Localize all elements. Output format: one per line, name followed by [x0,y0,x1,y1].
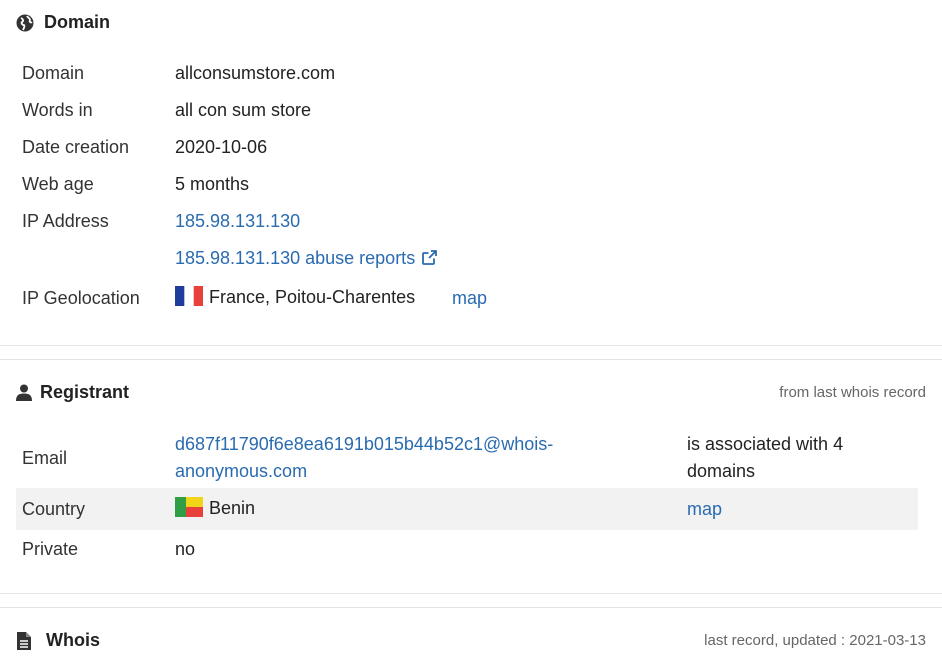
ip-address-label: IP Address [22,211,109,231]
country-label: Country [22,499,86,519]
date-creation-label: Date creation [22,137,130,157]
section-divider [0,593,942,594]
words-row: Words in all con sum store [22,100,311,121]
globe-icon [16,14,34,32]
email-association: is associated with 4 domains [687,431,843,485]
user-icon [16,384,34,402]
private-label: Private [22,539,79,559]
web-age-row: Web age 5 months [22,174,249,195]
ip-geolocation-value-group: France, Poitou-Charentes [175,286,452,308]
email-row: Email d687f11790f6e8ea6191b015b44b52c1@w… [22,431,843,485]
ip-address-row: IP Address 185.98.131.130 [22,211,300,232]
email-line2: anonymous.com [175,461,308,481]
france-flag-icon [175,286,203,306]
web-age-label: Web age [22,174,94,194]
country-value: Benin [209,498,256,518]
registrant-section-header: Registrant from last whois record [16,382,926,403]
whois-section-title-group: Whois [16,630,100,651]
whois-section-header: Whois last record, updated : 2021-03-13 [16,630,926,651]
abuse-reports-text: 185.98.131.130 abuse reports [175,248,416,268]
words-label: Words in [22,100,93,120]
words-value: all con sum store [175,100,312,120]
country-map-link[interactable]: map [687,497,722,520]
domain-section-title: Domain [44,12,111,32]
registrant-section-title: Registrant [40,382,130,402]
domain-section-title-group: Domain [16,12,110,33]
benin-flag-icon [175,497,203,517]
abuse-reports-link[interactable]: 185.98.131.130 abuse reports [175,248,438,271]
ip-geolocation-map-link[interactable]: map [452,286,487,309]
web-age-value: 5 months [175,174,250,194]
whois-note: last record, updated : 2021-03-13 [704,632,926,649]
document-icon [16,631,34,650]
external-link-icon [421,249,438,271]
email-association-line2: domains [687,461,756,481]
date-creation-row: Date creation 2020-10-06 [22,137,267,158]
ip-geolocation-value: France, Poitou-Charentes [209,287,416,307]
ip-geolocation-row: IP Geolocation France, Poitou-Charentes … [22,286,487,309]
registrant-note: from last whois record [779,384,926,401]
email-line1: d687f11790f6e8ea6191b015b44b52c1@whois- [175,434,554,454]
email-association-line1: is associated with 4 [687,434,844,454]
ip-geolocation-label: IP Geolocation [22,288,140,308]
date-creation-value: 2020-10-06 [175,137,268,157]
email-link[interactable]: d687f11790f6e8ea6191b015b44b52c1@whois- … [175,431,687,485]
section-divider [0,607,942,608]
domain-label: Domain [22,63,85,83]
domain-value: allconsumstore.com [175,63,336,83]
private-value: no [175,539,196,559]
whois-section-title: Whois [46,630,100,650]
domain-section-header: Domain [16,12,926,33]
section-divider [0,345,942,346]
registrant-section-title-group: Registrant [16,382,129,403]
country-value-group: Benin [175,497,687,519]
section-divider [0,359,942,360]
email-label: Email [22,447,68,468]
abuse-reports-row: 185.98.131.130 abuse reports [22,248,438,271]
domain-row: Domain allconsumstore.com [22,63,335,84]
ip-address-link[interactable]: 185.98.131.130 [175,211,300,232]
country-row: Country Benin map [22,497,722,520]
private-row: Private no [22,539,195,560]
